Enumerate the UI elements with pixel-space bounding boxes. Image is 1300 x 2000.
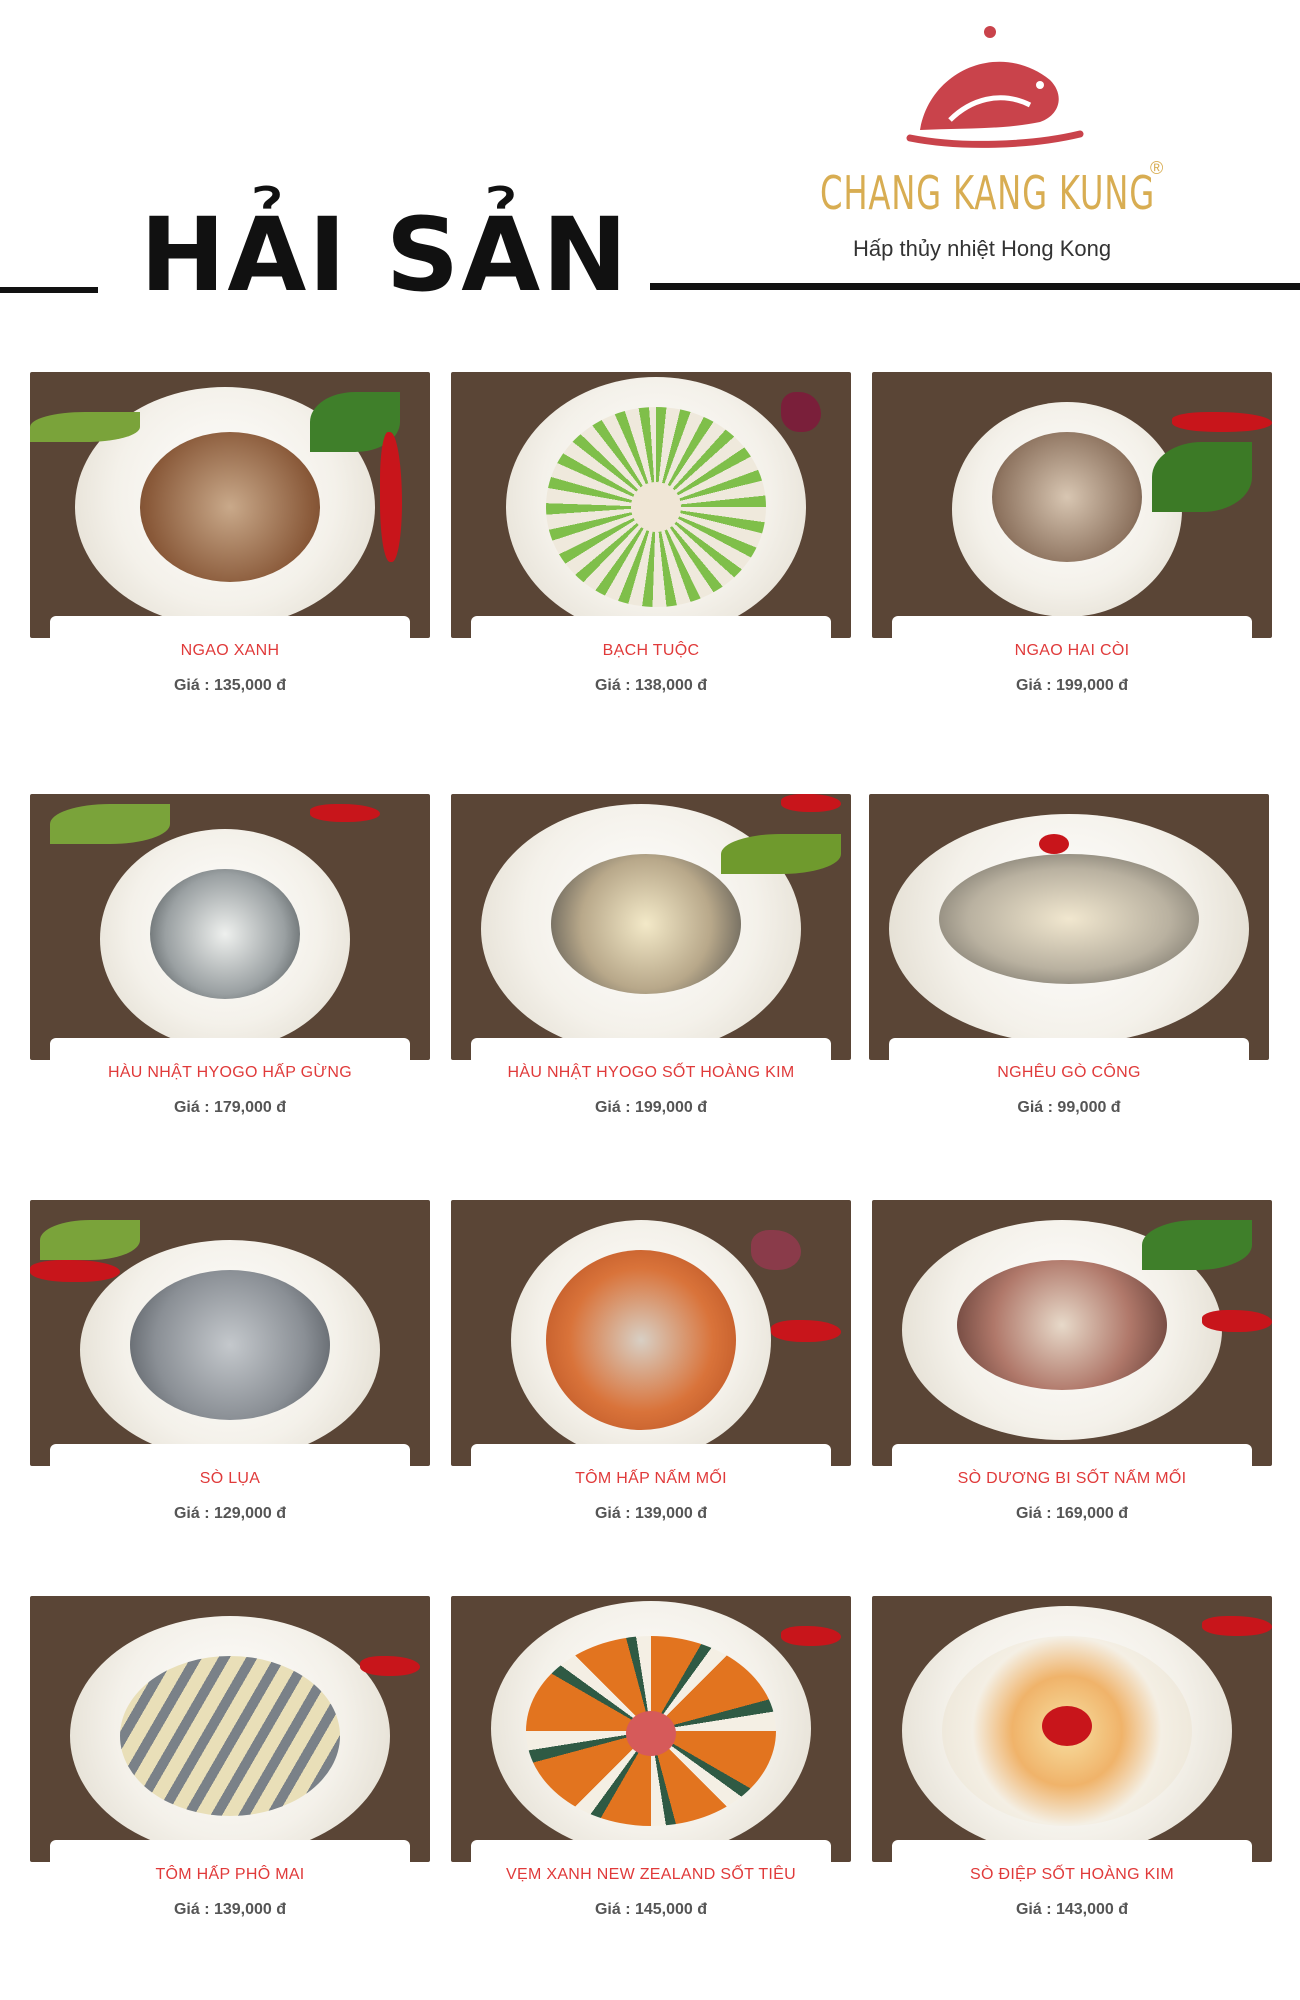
dish-photo[interactable]	[869, 794, 1269, 1060]
dish-price-row: Giá : 129,000 đ	[30, 1505, 430, 1523]
dish-name: TÔM HẤP NẤM MỐI	[575, 1470, 727, 1487]
registered-mark: ®	[1150, 158, 1164, 178]
dish-price-row: Giá : 139,000 đ	[30, 1901, 430, 1919]
brand-logo[interactable]: CHANG KANG KUNG ® Hấp thủy nhiệt Hong Ko…	[820, 20, 1200, 280]
dish-price: 139,000 đ	[634, 1505, 708, 1522]
dish-price: 139,000 đ	[213, 1901, 287, 1918]
dish-name: TÔM HẤP PHÔ MAI	[155, 1866, 305, 1883]
dish-card[interactable]: NGHÊU GÒ CÔNG Giá : 99,000 đ	[869, 794, 1269, 1116]
price-label: Giá :	[594, 1099, 631, 1116]
brand-name: CHANG KANG KUNG	[820, 166, 1156, 220]
header-rule-left	[0, 287, 98, 293]
dish-price: 199,000 đ	[634, 1099, 708, 1116]
dish-name: VẸM XANH NEW ZEALAND SỐT TIÊU	[506, 1866, 796, 1883]
dish-price: 99,000 đ	[1057, 1099, 1121, 1116]
dish-price: 143,000 đ	[1055, 1901, 1129, 1918]
dish-card[interactable]: VẸM XANH NEW ZEALAND SỐT TIÊU Giá : 145,…	[451, 1596, 851, 1918]
dish-photo[interactable]	[30, 372, 430, 638]
dish-name: SÒ LỤA	[199, 1470, 261, 1487]
dish-price-row: Giá : 139,000 đ	[451, 1505, 851, 1523]
dish-photo[interactable]	[872, 1200, 1272, 1466]
dish-price-row: Giá : 135,000 đ	[30, 677, 430, 695]
price-label: Giá :	[594, 677, 631, 694]
dish-price: 135,000 đ	[213, 677, 287, 694]
dish-card[interactable]: TÔM HẤP PHÔ MAI Giá : 139,000 đ	[30, 1596, 430, 1918]
dish-price-row: Giá : 138,000 đ	[451, 677, 851, 695]
price-label: Giá :	[1017, 1099, 1053, 1116]
dish-price-row: Giá : 99,000 đ	[869, 1099, 1269, 1117]
dish-name: NGHÊU GÒ CÔNG	[997, 1064, 1141, 1081]
dish-price: 169,000 đ	[1055, 1505, 1129, 1522]
fish-cloche-logo-icon	[906, 26, 1084, 148]
dish-price: 199,000 đ	[1055, 677, 1129, 694]
dish-name: SÒ ĐIỆP SỐT HOÀNG KIM	[970, 1866, 1174, 1883]
brand-tagline: Hấp thủy nhiệt Hong Kong	[853, 236, 1112, 261]
dish-photo[interactable]	[451, 1200, 851, 1466]
dish-price: 129,000 đ	[213, 1505, 287, 1522]
dish-photo[interactable]	[872, 1596, 1272, 1862]
price-label: Giá :	[173, 1505, 210, 1522]
dish-price-row: Giá : 179,000 đ	[30, 1099, 430, 1117]
dish-price-row: Giá : 143,000 đ	[872, 1901, 1272, 1919]
page-title: HẢI SẢN	[140, 196, 630, 315]
price-label: Giá :	[594, 1901, 631, 1918]
price-label: Giá :	[173, 677, 210, 694]
dish-photo[interactable]	[451, 372, 851, 638]
dish-card[interactable]: NGAO HAI CÒI Giá : 199,000 đ	[872, 372, 1272, 694]
price-label: Giá :	[1015, 1901, 1052, 1918]
dish-name: BẠCH TUỘC	[602, 642, 700, 659]
dish-card[interactable]: HÀU NHẬT HYOGO SỐT HOÀNG KIM Giá : 199,0…	[451, 794, 851, 1116]
dish-photo[interactable]	[451, 1596, 851, 1862]
price-label: Giá :	[1015, 1505, 1052, 1522]
price-label: Giá :	[594, 1505, 631, 1522]
dish-card[interactable]: HÀU NHẬT HYOGO HẤP GỪNG Giá : 179,000 đ	[30, 794, 430, 1116]
dish-price-row: Giá : 199,000 đ	[872, 677, 1272, 695]
dish-photo[interactable]	[451, 794, 851, 1060]
dish-price: 145,000 đ	[634, 1901, 708, 1918]
dish-name: HÀU NHẬT HYOGO HẤP GỪNG	[107, 1064, 352, 1081]
dish-price-row: Giá : 145,000 đ	[451, 1901, 851, 1919]
dish-photo[interactable]	[30, 1596, 430, 1862]
header-rule-right	[650, 283, 1300, 290]
dish-price-row: Giá : 199,000 đ	[451, 1099, 851, 1117]
dish-price-row: Giá : 169,000 đ	[872, 1505, 1272, 1523]
price-label: Giá :	[173, 1099, 210, 1116]
dish-name: SÒ DƯƠNG BI SỐT NẤM MỐI	[957, 1470, 1187, 1487]
dish-name: NGAO XANH	[180, 642, 280, 659]
price-label: Giá :	[173, 1901, 210, 1918]
dish-name: NGAO HAI CÒI	[1014, 642, 1130, 659]
dish-photo[interactable]	[30, 1200, 430, 1466]
dish-name: HÀU NHẬT HYOGO SỐT HOÀNG KIM	[507, 1064, 795, 1081]
dish-card[interactable]: SÒ DƯƠNG BI SỐT NẤM MỐI Giá : 169,000 đ	[872, 1200, 1272, 1522]
dish-card[interactable]: SÒ ĐIỆP SỐT HOÀNG KIM Giá : 143,000 đ	[872, 1596, 1272, 1918]
dish-photo[interactable]	[30, 794, 430, 1060]
price-label: Giá :	[1015, 677, 1052, 694]
dish-price: 179,000 đ	[213, 1099, 287, 1116]
dish-card[interactable]: BẠCH TUỘC Giá : 138,000 đ	[451, 372, 851, 694]
dish-card[interactable]: NGAO XANH Giá : 135,000 đ	[30, 372, 430, 694]
dish-price: 138,000 đ	[634, 677, 708, 694]
dish-card[interactable]: SÒ LỤA Giá : 129,000 đ	[30, 1200, 430, 1522]
dish-card[interactable]: TÔM HẤP NẤM MỐI Giá : 139,000 đ	[451, 1200, 851, 1522]
dish-photo[interactable]	[872, 372, 1272, 638]
